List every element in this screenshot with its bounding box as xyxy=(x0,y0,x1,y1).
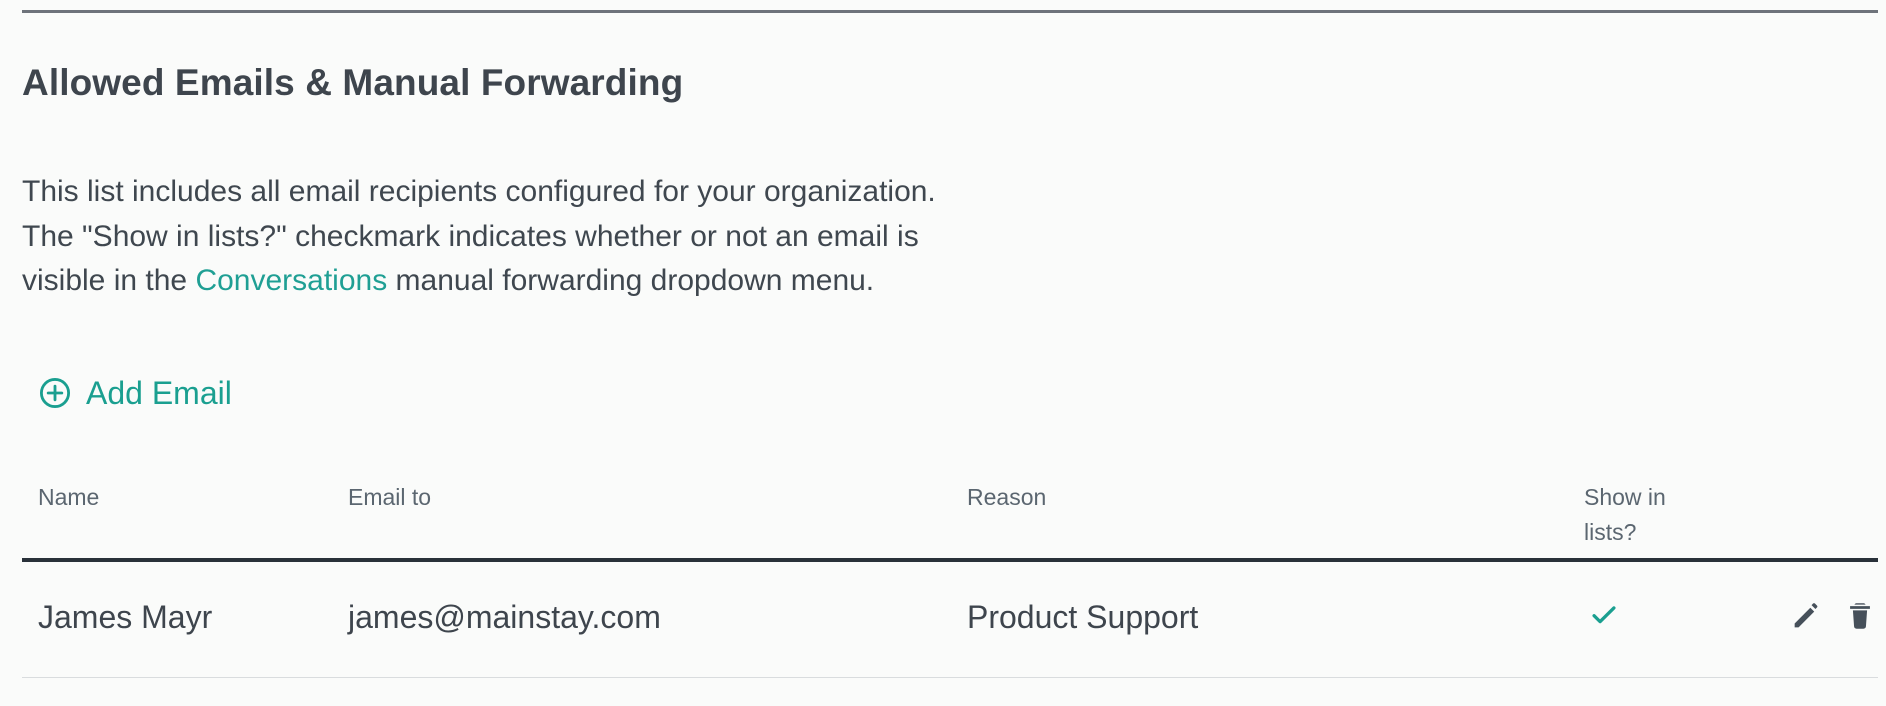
reason-cell: Product Support xyxy=(967,599,1199,635)
top-rule xyxy=(22,10,1878,13)
description-text-after-link: manual forwarding dropdown menu. xyxy=(387,264,875,297)
table-header-row: Name Email to Reason Show in lists? xyxy=(22,478,1878,558)
pencil-icon xyxy=(1789,599,1823,633)
table-row-divider xyxy=(22,677,1878,678)
delete-button[interactable] xyxy=(1840,596,1880,636)
check-icon xyxy=(1587,598,1621,632)
plus-circle-icon xyxy=(38,376,72,410)
trash-icon xyxy=(1843,599,1877,633)
section-description: This list includes all email recipients … xyxy=(22,170,957,304)
email-cell: james@mainstay.com xyxy=(348,599,661,635)
email-to-column-header: Email to xyxy=(348,484,432,510)
page-title: Allowed Emails & Manual Forwarding xyxy=(22,62,684,103)
name-cell: James Mayr xyxy=(38,599,213,635)
conversations-link[interactable]: Conversations xyxy=(195,264,387,297)
table-row: James Mayr james@mainstay.com Product Su… xyxy=(22,562,1878,678)
edit-button[interactable] xyxy=(1786,596,1826,636)
reason-column-header: Reason xyxy=(967,484,1047,510)
show-in-lists-checkmark xyxy=(1585,596,1623,634)
show-in-lists-column-header: Show in lists? xyxy=(1584,484,1666,545)
name-column-header: Name xyxy=(38,484,100,510)
add-email-button[interactable]: Add Email xyxy=(38,376,232,410)
add-email-label: Add Email xyxy=(86,375,232,411)
